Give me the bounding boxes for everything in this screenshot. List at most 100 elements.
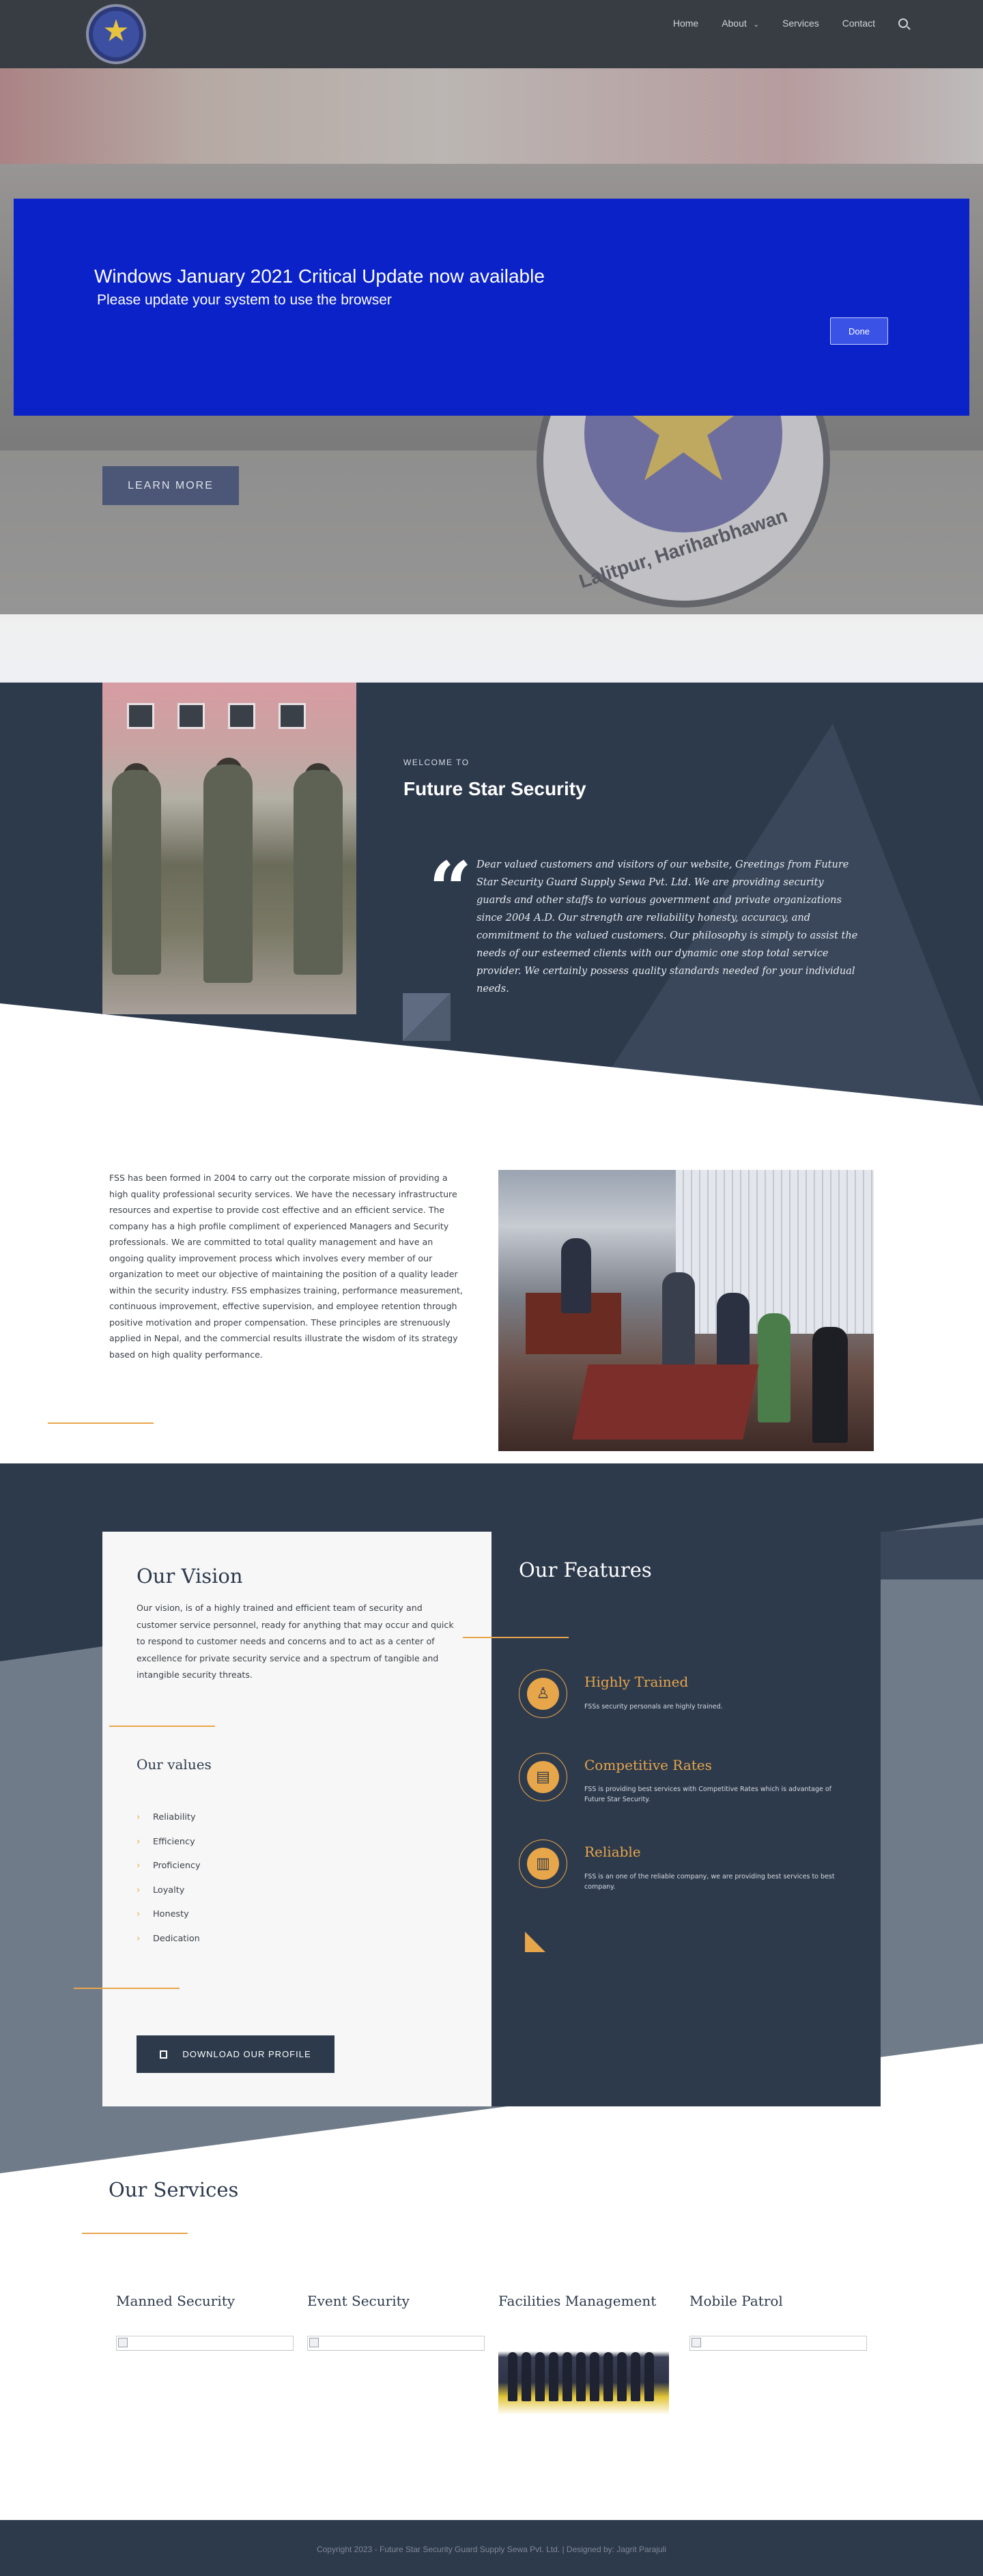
chevron-right-icon: ›: [137, 1885, 141, 1895]
photo-person: [576, 2352, 586, 2401]
chevron-right-icon: ›: [137, 1861, 141, 1872]
person-icon: ♙: [527, 1678, 559, 1710]
about-text: FSS has been formed in 2004 to carry out…: [109, 1173, 463, 1360]
guard-figure: [203, 764, 253, 983]
photo-window: [228, 703, 255, 729]
photo-person: [662, 1272, 695, 1375]
photo-window: [177, 703, 205, 729]
chevron-right-icon: ›: [137, 1909, 141, 1920]
hero-fade: [0, 614, 983, 683]
service-name[interactable]: Facilities Management: [498, 2293, 656, 2309]
feature-text: FSS is providing best services with Comp…: [584, 1786, 832, 1803]
value-label: Efficiency: [153, 1836, 195, 1847]
nav-home[interactable]: Home: [673, 18, 698, 29]
main-nav: Home About ⌄ Services Contact: [673, 18, 908, 29]
chevron-down-icon: ⌄: [753, 21, 760, 29]
photo-table: [572, 1364, 759, 1440]
values-title: Our values: [137, 1756, 212, 1773]
photo-window: [127, 703, 154, 729]
list-item: › Dedication: [137, 1927, 201, 1951]
document-icon: [160, 2050, 168, 2059]
photo-blinds: [676, 1170, 874, 1334]
list-item: › Efficiency: [137, 1830, 201, 1855]
feature-title: Reliable: [584, 1844, 641, 1860]
feature-title: Competitive Rates: [584, 1757, 712, 1773]
service-name[interactable]: Manned Security: [116, 2293, 235, 2309]
decorative-triangle: [403, 993, 451, 1041]
bar-chart-icon: ▥: [527, 1848, 559, 1880]
modal-title: Windows January 2021 Critical Update now…: [94, 266, 545, 287]
done-button[interactable]: Done: [830, 317, 888, 345]
nav-services[interactable]: Services: [782, 18, 819, 29]
top-navbar: ★ Home About ⌄ Services Contact: [0, 0, 983, 68]
vision-text: Our vision, is of a highly trained and e…: [137, 1603, 454, 1680]
list-item: › Loyalty: [137, 1878, 201, 1903]
services-title: Our Services: [109, 2178, 239, 2201]
photo-person: [561, 1238, 591, 1313]
service-name[interactable]: Mobile Patrol: [689, 2293, 783, 2309]
photo-person: [549, 2352, 558, 2401]
welcome-quote: Dear valued customers and visitors of ou…: [476, 859, 858, 994]
values-list: › Reliability › Efficiency › Proficiency › L…: [137, 1805, 201, 1951]
nav-about-label: About: [722, 18, 747, 29]
photo-person: [617, 2352, 627, 2401]
service-image-broken: [307, 2336, 485, 2351]
feature-text: FSSs security personals are highly train…: [584, 1703, 723, 1711]
feature-text: FSS is an one of the reliable company, w…: [584, 1873, 835, 1891]
guard-figure: [112, 770, 161, 975]
photo-person: [644, 2352, 654, 2401]
quote-icon: “: [429, 845, 472, 933]
learn-more-button[interactable]: LEARN MORE: [102, 466, 239, 505]
chevron-right-icon: ›: [137, 1933, 141, 1944]
nav-contact[interactable]: Contact: [842, 18, 875, 29]
nav-about[interactable]: About ⌄: [722, 18, 759, 29]
photo-person: [535, 2352, 545, 2401]
search-icon[interactable]: [898, 18, 908, 28]
features-card: [492, 1532, 881, 2106]
welcome-kicker: WELCOME TO: [403, 758, 470, 767]
welcome-section: WELCOME TO Future Star Security “ Dear v…: [0, 683, 983, 1106]
facilities-team-photo: [498, 2343, 669, 2415]
accent-divider: [109, 1726, 215, 1727]
photo-person: [562, 2352, 572, 2401]
feature-icon-circle: ▥: [519, 1840, 567, 1888]
office-photo: [498, 1170, 874, 1451]
chevron-right-icon: ›: [137, 1836, 141, 1847]
list-item: › Honesty: [137, 1902, 201, 1927]
value-label: Proficiency: [153, 1861, 201, 1872]
accent-divider: [463, 1637, 569, 1638]
list-item: › Proficiency: [137, 1854, 201, 1878]
photo-person: [590, 2352, 599, 2401]
site-logo[interactable]: ★: [86, 4, 146, 64]
broken-image-icon: [692, 2338, 701, 2347]
value-label: Honesty: [153, 1909, 189, 1920]
photo-person: [812, 1327, 848, 1443]
accent-divider: [48, 1422, 154, 1424]
download-profile-button[interactable]: DOWNLOAD OUR PROFILE: [137, 2035, 334, 2073]
service-name[interactable]: Event Security: [307, 2293, 410, 2309]
value-label: Dedication: [153, 1933, 200, 1944]
value-label: Loyalty: [153, 1885, 185, 1895]
value-label: Reliability: [153, 1812, 196, 1823]
photo-person: [631, 2352, 640, 2401]
feature-title: Highly Trained: [584, 1674, 689, 1690]
vision-title: Our Vision: [137, 1564, 243, 1588]
footer: Copyright 2023 - Future Star Security Gu…: [0, 2520, 983, 2576]
welcome-title: Future Star Security: [403, 778, 586, 799]
guard-figure: [294, 770, 343, 975]
star-icon: ★: [102, 14, 130, 48]
photo-window: [279, 703, 306, 729]
footer-copyright: Copyright 2023 - Future Star Security Gu…: [316, 2545, 667, 2554]
feature-icon-circle: ▤: [519, 1753, 567, 1801]
guards-photo: [102, 683, 356, 1014]
accent-divider: [82, 2233, 188, 2234]
service-image-broken: [689, 2336, 867, 2351]
photo-person: [522, 2352, 531, 2401]
modal-subtitle: Please update your system to use the bro…: [97, 292, 392, 308]
photo-person: [603, 2352, 613, 2401]
download-profile-label: DOWNLOAD OUR PROFILE: [182, 2049, 311, 2059]
photo-person: [758, 1313, 790, 1422]
list-item: › Reliability: [137, 1805, 201, 1830]
feature-icon-circle: ♙: [519, 1670, 567, 1718]
accent-divider: [74, 1988, 180, 1989]
